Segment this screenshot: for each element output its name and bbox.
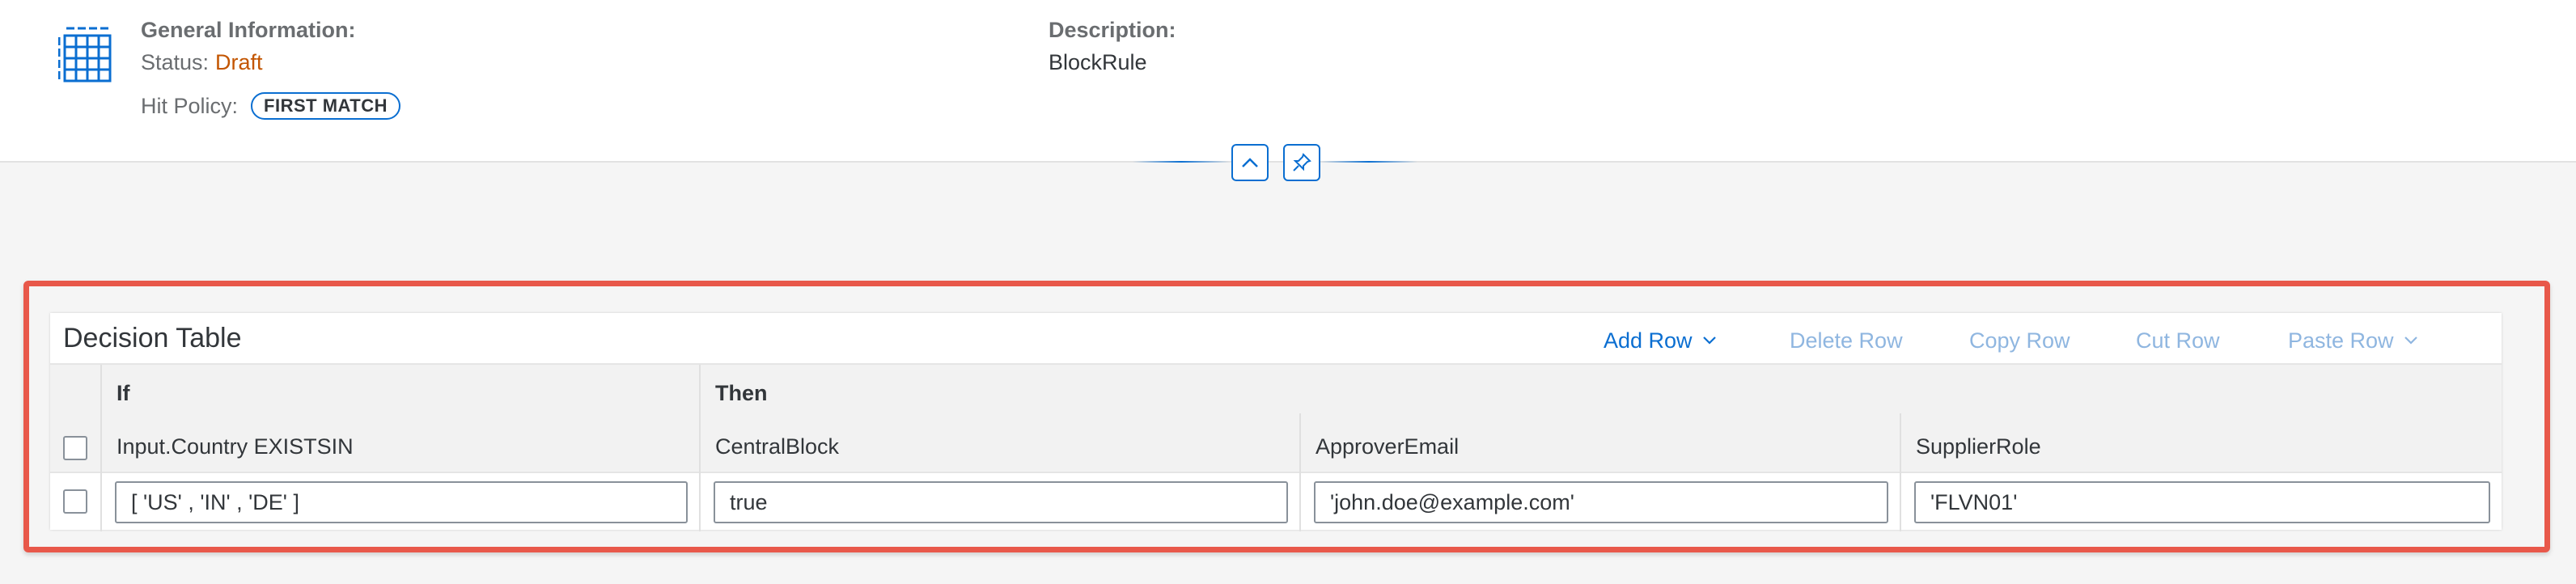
column-header-country[interactable]: Input.Country EXISTSIN (117, 434, 354, 459)
delete-row-wrap: Delete Row (1790, 324, 1903, 357)
paste-row-label: Paste Row (2288, 328, 2394, 353)
add-row-button[interactable]: Add Row (1604, 328, 1717, 353)
column-divider (1900, 413, 1901, 531)
table-header (50, 365, 2502, 473)
header-divider-right (1320, 161, 1417, 163)
decision-table-panel: Decision Table Add Row Delete Row Copy R… (50, 313, 2502, 531)
pin-header-button[interactable] (1283, 144, 1320, 181)
status-value: Draft (215, 50, 263, 74)
chevron-up-icon (1242, 158, 1258, 167)
copy-row-button[interactable]: Copy Row (1969, 328, 2070, 353)
pin-icon (1293, 153, 1311, 171)
column-divider (1299, 413, 1301, 531)
select-all-checkbox[interactable] (63, 436, 87, 460)
paste-row-wrap: Paste Row (2288, 324, 2418, 357)
decision-table-title: Decision Table (63, 323, 242, 353)
cut-row-label: Cut Row (2136, 328, 2220, 353)
column-divider (699, 365, 701, 531)
delete-row-label: Delete Row (1790, 328, 1903, 353)
hit-policy-badge: FIRST MATCH (251, 92, 400, 120)
general-information-title: General Information: (141, 18, 356, 42)
column-header-approver-email[interactable]: ApproverEmail (1316, 434, 1459, 459)
paste-row-button[interactable]: Paste Row (2288, 328, 2418, 353)
status-label: Status: (141, 50, 210, 74)
cell-country-input[interactable] (115, 481, 688, 523)
cell-supplier-role-input[interactable] (1914, 481, 2490, 523)
decision-table-grid: If Then Input.Country EXISTSIN CentralBl… (50, 363, 2502, 531)
cell-central-block-input[interactable] (714, 481, 1288, 523)
header-divider-left (1133, 161, 1230, 163)
delete-row-button[interactable]: Delete Row (1790, 328, 1903, 353)
copy-row-label: Copy Row (1969, 328, 2070, 353)
collapse-header-button[interactable] (1231, 144, 1269, 181)
column-header-central-block[interactable]: CentralBlock (715, 434, 839, 459)
table-grid-icon (57, 26, 117, 86)
hit-policy-label: Hit Policy: (141, 93, 239, 118)
object-header: General Information: Status: Draft Hit Po… (0, 0, 2576, 163)
description-title: Description: (1049, 18, 1176, 42)
if-group-label: If (117, 381, 130, 405)
status-row: Status: Draft (141, 50, 263, 75)
hit-policy-row: Hit Policy: FIRST MATCH (141, 92, 400, 120)
column-header-supplier-role[interactable]: SupplierRole (1916, 434, 2041, 459)
cut-row-button[interactable]: Cut Row (2136, 328, 2220, 353)
copy-row-wrap: Copy Row (1969, 324, 2070, 357)
cut-row-wrap: Cut Row (2136, 324, 2220, 357)
then-group-label: Then (715, 381, 768, 405)
table-toolbar: Add Row (1604, 324, 1717, 357)
cell-approver-email-input[interactable] (1314, 481, 1888, 523)
add-row-label: Add Row (1604, 328, 1693, 353)
row-select-checkbox[interactable] (63, 489, 87, 514)
column-divider (100, 365, 102, 531)
chevron-down-icon (1702, 336, 1716, 345)
chevron-down-icon (2404, 336, 2417, 345)
description-value: BlockRule (1049, 50, 1147, 74)
